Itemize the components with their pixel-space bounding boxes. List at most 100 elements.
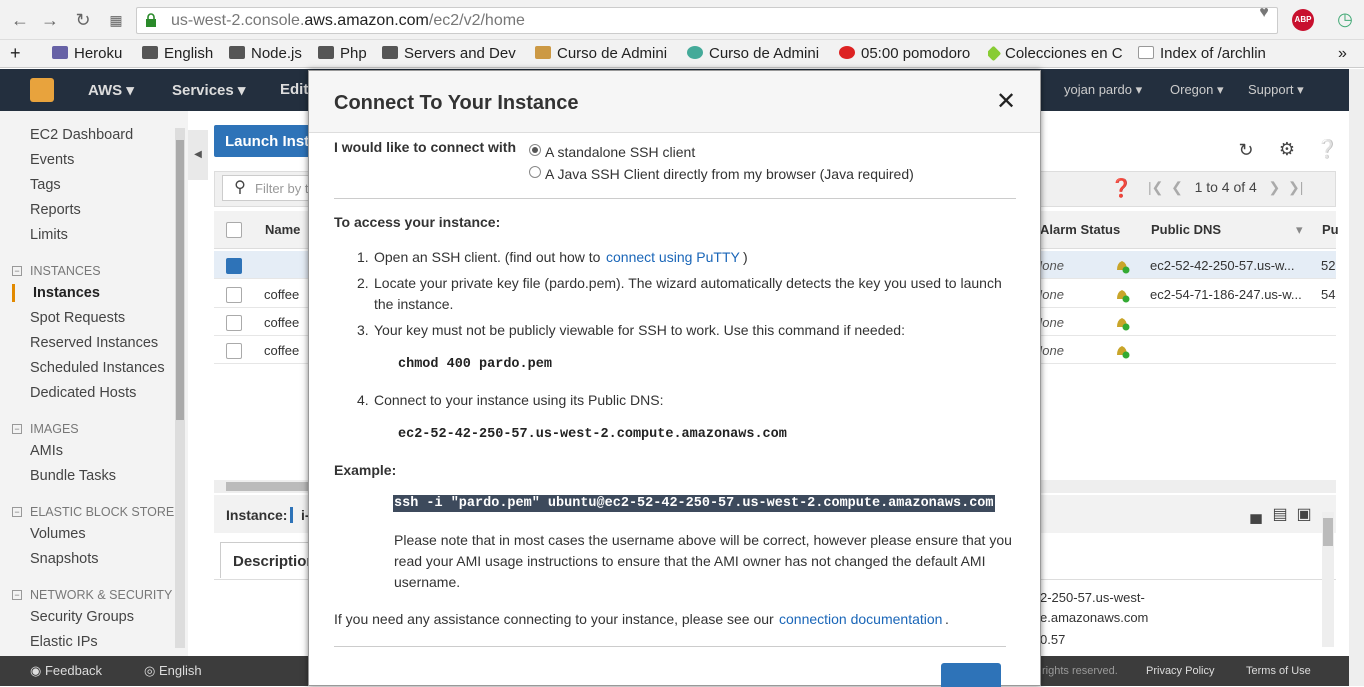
layout-bottom-icon[interactable]: ▄ xyxy=(1246,505,1266,525)
col-public-dns[interactable]: Public DNS xyxy=(1151,222,1221,237)
option-java-label[interactable]: A Java SSH Client directly from my brows… xyxy=(545,166,914,182)
forward-icon[interactable]: → xyxy=(40,10,60,30)
sidebar-item-volumes[interactable]: Volumes xyxy=(30,526,86,542)
tab-description[interactable]: Description xyxy=(220,542,310,578)
layout-half-icon[interactable]: ▤ xyxy=(1270,505,1290,525)
back-icon[interactable]: ← xyxy=(10,10,30,30)
user-menu[interactable]: yojan pardo ▾ xyxy=(1064,82,1142,98)
table-scroll-thumb[interactable] xyxy=(226,482,316,491)
sidebar-item-instances[interactable]: Instances xyxy=(33,285,100,301)
bookmark-archlinux[interactable]: Index of /archlin xyxy=(1138,45,1274,63)
sidebar-collapse-icon[interactable]: ◀ xyxy=(188,130,208,180)
bookmark-pomodoro[interactable]: 05:00 pomodoro xyxy=(839,45,970,63)
sidebar-item-snapshots[interactable]: Snapshots xyxy=(30,551,99,567)
sidebar-item-spot-requests[interactable]: Spot Requests xyxy=(30,310,125,326)
page-scrollbar[interactable] xyxy=(1349,69,1364,686)
bookmark-curso-1[interactable]: Curso de Admini xyxy=(535,45,672,63)
layout-full-icon[interactable]: ▣ xyxy=(1294,505,1314,525)
apps-icon[interactable]: ▦ xyxy=(106,10,126,30)
sidebar-item-limits[interactable]: Limits xyxy=(30,227,68,243)
public-dns-value: ec2-52-42-250-57.us-west-2.compute.amazo… xyxy=(398,427,787,442)
sidebar-item-reports[interactable]: Reports xyxy=(30,202,81,218)
row-checkbox[interactable] xyxy=(226,343,242,359)
bookmark-php[interactable]: Php xyxy=(318,45,367,63)
row-checkbox[interactable] xyxy=(226,315,242,331)
services-menu[interactable]: Services ▾ xyxy=(172,81,245,99)
sidebar-section-network[interactable]: − NETWORK & SECURITY xyxy=(12,588,172,602)
close-button[interactable] xyxy=(941,663,1001,687)
radio-java-ssh[interactable] xyxy=(529,166,541,178)
col-name[interactable]: Name xyxy=(265,222,300,237)
sidebar-item-events[interactable]: Events xyxy=(30,152,74,168)
prev-page-icon[interactable]: ❮ xyxy=(1171,179,1183,195)
region-menu[interactable]: Oregon ▾ xyxy=(1170,82,1224,98)
ssh-command[interactable]: ssh -i "pardo.pem" ubuntu@ec2-52-42-250-… xyxy=(393,495,995,512)
bookmark-colecciones[interactable]: Colecciones en C xyxy=(988,45,1125,63)
instance-name: coffee xyxy=(264,315,300,330)
next-page-icon[interactable]: ❯ xyxy=(1269,179,1281,195)
add-bookmark-icon[interactable]: + xyxy=(10,43,21,61)
sidebar-section-instances[interactable]: − INSTANCES xyxy=(12,264,101,278)
address-bar[interactable]: us-west-2.console.aws.amazon.com/ec2/v2/… xyxy=(136,7,1278,34)
gear-icon[interactable]: ⚙ xyxy=(1277,139,1297,159)
language-link[interactable]: ◎ English xyxy=(144,663,202,679)
select-all-checkbox[interactable] xyxy=(226,222,242,238)
last-page-icon[interactable]: ❯| xyxy=(1288,179,1303,195)
divider xyxy=(334,198,1016,199)
refresh-icon[interactable]: ↻ xyxy=(1236,140,1256,160)
sidebar-scroll-thumb[interactable] xyxy=(176,140,184,420)
add-alarm-icon[interactable] xyxy=(1114,315,1130,331)
add-alarm-icon[interactable] xyxy=(1114,343,1130,359)
support-menu[interactable]: Support ▾ xyxy=(1248,82,1304,98)
sort-icon[interactable]: ▾ xyxy=(1296,222,1303,238)
row-checkbox[interactable] xyxy=(226,287,242,303)
bookmark-curso-2[interactable]: Curso de Admini xyxy=(687,45,822,63)
privacy-link[interactable]: Privacy Policy xyxy=(1146,665,1214,677)
public-dns: ec2-52-42-250-57.us-w... xyxy=(1150,258,1295,273)
col-public-ip[interactable]: Pu xyxy=(1322,222,1339,237)
detail-scroll-thumb[interactable] xyxy=(1323,518,1333,546)
add-alarm-icon[interactable] xyxy=(1114,287,1130,303)
bookmark-servers[interactable]: Servers and Dev xyxy=(382,45,520,63)
help-circle-icon[interactable]: ❓ xyxy=(1110,178,1132,198)
chmod-command: chmod 400 pardo.pem xyxy=(398,357,552,372)
bookmark-nodejs[interactable]: Node.js xyxy=(229,45,302,63)
option-standalone-label[interactable]: A standalone SSH client xyxy=(545,144,695,160)
row-checkbox[interactable] xyxy=(226,258,242,274)
putty-link[interactable]: connect using PuTTY xyxy=(606,249,740,265)
sidebar-item-dashboard[interactable]: EC2 Dashboard xyxy=(30,127,133,143)
sidebar-item-dedicated-hosts[interactable]: Dedicated Hosts xyxy=(30,385,136,401)
tomato-icon xyxy=(839,46,855,59)
edit-menu[interactable]: Edit xyxy=(280,81,308,98)
bookmark-heroku[interactable]: Heroku xyxy=(52,45,122,63)
close-icon[interactable]: ✕ xyxy=(995,90,1017,114)
step-number: 2. xyxy=(357,275,369,291)
radio-standalone-ssh[interactable] xyxy=(529,144,541,156)
sidebar-section-ebs[interactable]: − ELASTIC BLOCK STORE xyxy=(12,505,174,519)
aws-menu[interactable]: AWS ▾ xyxy=(88,81,134,99)
col-alarm-status[interactable]: Alarm Status xyxy=(1040,222,1120,237)
sidebar-item-bundle-tasks[interactable]: Bundle Tasks xyxy=(30,468,116,484)
sidebar-item-amis[interactable]: AMIs xyxy=(30,443,63,459)
sidebar-item-scheduled-instances[interactable]: Scheduled Instances xyxy=(30,360,165,376)
sidebar-item-elastic-ips[interactable]: Elastic IPs xyxy=(30,634,98,650)
bookmark-heart-icon[interactable]: ♥ xyxy=(1250,4,1278,22)
terms-link[interactable]: Terms of Use xyxy=(1246,665,1311,677)
extension-clock-icon[interactable]: ◷ xyxy=(1334,9,1356,31)
sidebar-item-security-groups[interactable]: Security Groups xyxy=(30,609,134,625)
adblock-icon[interactable]: ABP xyxy=(1292,9,1314,31)
help-icon[interactable]: ❔ xyxy=(1316,139,1338,159)
bookmark-english[interactable]: English xyxy=(142,45,213,63)
first-page-icon[interactable]: |❮ xyxy=(1148,179,1163,195)
connection-docs-link[interactable]: connection documentation xyxy=(779,611,942,627)
collapse-icon: − xyxy=(12,590,22,600)
reload-icon[interactable]: ↻ xyxy=(73,10,93,30)
sidebar-item-reserved-instances[interactable]: Reserved Instances xyxy=(30,335,158,351)
aws-cube-icon[interactable] xyxy=(30,78,54,102)
add-alarm-icon[interactable] xyxy=(1114,258,1130,274)
sidebar-item-tags[interactable]: Tags xyxy=(30,177,61,193)
more-bookmarks-icon[interactable]: » xyxy=(1338,45,1347,63)
diamond-icon xyxy=(988,45,1002,62)
sidebar-section-images[interactable]: − IMAGES xyxy=(12,422,79,436)
feedback-link[interactable]: ◉ Feedback xyxy=(30,663,102,679)
